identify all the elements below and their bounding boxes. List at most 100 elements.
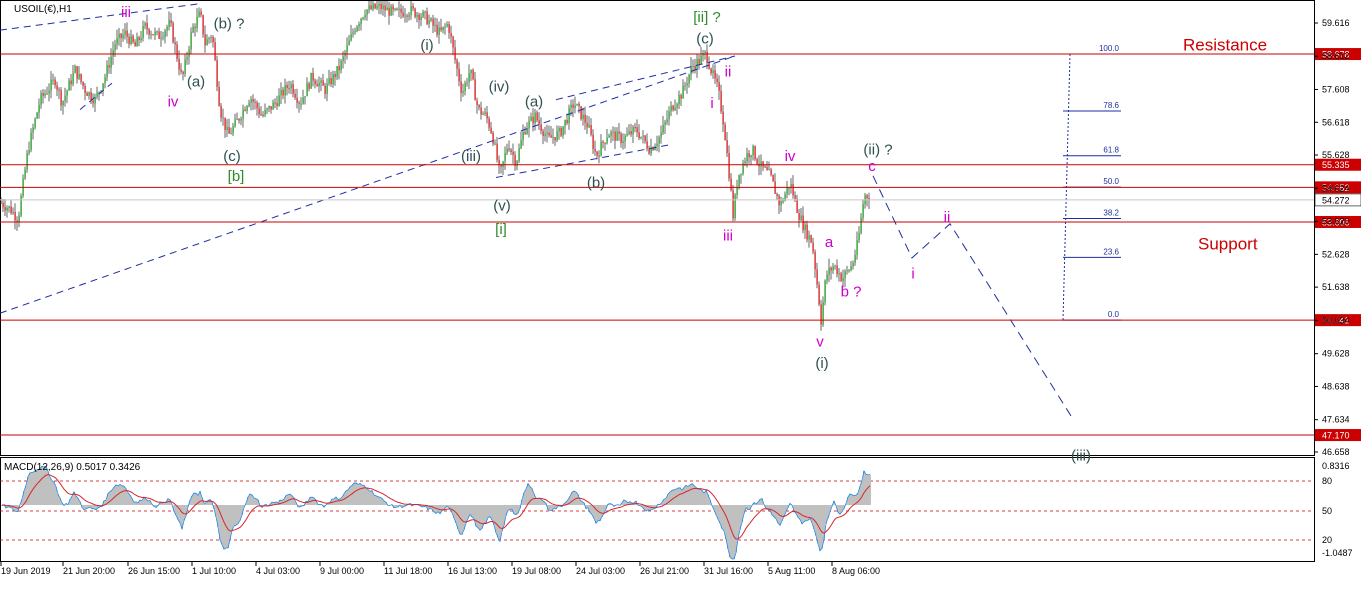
- candle-body: [200, 11, 201, 15]
- candle-body: [28, 150, 29, 153]
- candle-body: [386, 8, 387, 11]
- candle-body: [560, 128, 561, 136]
- macd-histogram-bar: [677, 488, 679, 505]
- candle-body: [160, 38, 161, 39]
- candle-body: [190, 32, 191, 49]
- candle-body: [714, 70, 715, 78]
- candle-body: [230, 133, 231, 134]
- candle-body: [96, 93, 97, 97]
- candle-body: [854, 255, 855, 263]
- candle-body: [324, 86, 325, 94]
- macd-histogram-bar: [37, 470, 39, 505]
- fib-level-label: 78.6: [1103, 101, 1119, 110]
- wave-label: iv: [785, 148, 796, 165]
- candle-body: [206, 39, 207, 45]
- candle-body: [556, 131, 557, 140]
- candle-body: [446, 24, 447, 26]
- wave-label: (c): [696, 30, 714, 47]
- candle-body: [590, 125, 591, 134]
- wave-label: (ii) ?: [863, 141, 892, 158]
- candle-body: [218, 87, 219, 106]
- candle-body: [484, 112, 485, 114]
- candle-body: [88, 92, 89, 96]
- candle-body: [522, 132, 523, 140]
- candle-body: [122, 35, 123, 38]
- candle-body: [840, 273, 841, 281]
- candle-body: [492, 133, 493, 144]
- macd-histogram-bar: [39, 469, 41, 505]
- candle-body: [480, 107, 481, 114]
- wave-label: ii: [725, 64, 732, 81]
- candle-body: [394, 9, 395, 10]
- candle-body: [606, 138, 607, 143]
- candle-body: [726, 140, 727, 153]
- macd-histogram-bar: [119, 484, 121, 505]
- macd-histogram-bar: [31, 473, 33, 505]
- time-tick-label: 19 Jul 08:00: [512, 566, 561, 576]
- candle-body: [162, 37, 163, 38]
- fib-level-label: 0.0: [1108, 310, 1120, 319]
- candle-body: [34, 119, 35, 128]
- candle-body: [20, 196, 21, 215]
- candle-body: [598, 156, 599, 157]
- time-tick-label: 11 Jul 18:00: [384, 566, 432, 576]
- candle-body: [214, 42, 215, 60]
- candle-body: [126, 31, 127, 37]
- wave-label: c: [868, 158, 876, 175]
- candle-body: [656, 144, 657, 147]
- candle-body: [712, 70, 713, 73]
- macd-histogram-bar: [803, 505, 805, 522]
- candle-body: [262, 115, 263, 116]
- macd-histogram-bar: [719, 505, 721, 523]
- candle-body: [360, 19, 361, 24]
- candle-body: [632, 127, 633, 134]
- candle-body: [322, 80, 323, 85]
- candle-body: [706, 52, 707, 63]
- candle-body: [580, 106, 581, 119]
- wave-label: (b): [587, 174, 605, 191]
- candle-body: [80, 74, 81, 82]
- candle-body: [614, 132, 615, 141]
- candle-body: [44, 94, 45, 96]
- candle-body: [294, 94, 295, 98]
- wave-label: (i): [420, 37, 433, 54]
- candle-body: [534, 112, 535, 123]
- candle-body: [822, 302, 823, 324]
- candle-body: [514, 155, 515, 166]
- candle-body: [634, 127, 635, 128]
- wave-label: [b]: [228, 168, 245, 185]
- candle-body: [306, 83, 307, 96]
- candle-body: [728, 153, 729, 179]
- candle-body: [814, 252, 815, 270]
- candle-body: [820, 304, 821, 324]
- candle-body: [40, 93, 41, 105]
- candle-body: [328, 78, 329, 84]
- candle-body: [186, 57, 187, 60]
- candle-body: [744, 161, 745, 163]
- candle-body: [220, 106, 221, 118]
- candle-body: [326, 84, 327, 94]
- candle-body: [46, 93, 47, 94]
- macd-histogram-bar: [811, 505, 813, 523]
- candle-body: [24, 170, 25, 179]
- candle-body: [688, 75, 689, 84]
- candle-body: [608, 136, 609, 138]
- macd-histogram-bar: [193, 493, 195, 505]
- candle-body: [464, 83, 465, 91]
- candle-body: [572, 105, 573, 108]
- candle-body: [276, 103, 277, 106]
- candle-body: [410, 6, 411, 15]
- candle-body: [274, 102, 275, 103]
- candle-body: [60, 90, 61, 105]
- price-tick-label: 54.624: [1322, 183, 1350, 193]
- time-tick-label: 26 Jul 21:00: [640, 566, 689, 576]
- candle-body: [554, 137, 555, 140]
- macd-histogram-bar: [511, 505, 513, 509]
- candle-body: [762, 161, 763, 166]
- candle-body: [584, 115, 585, 123]
- candle-body: [736, 188, 737, 195]
- macd-histogram-bar: [435, 505, 437, 514]
- candle-body: [720, 91, 721, 112]
- candle-body: [676, 104, 677, 107]
- candle-body: [168, 20, 169, 27]
